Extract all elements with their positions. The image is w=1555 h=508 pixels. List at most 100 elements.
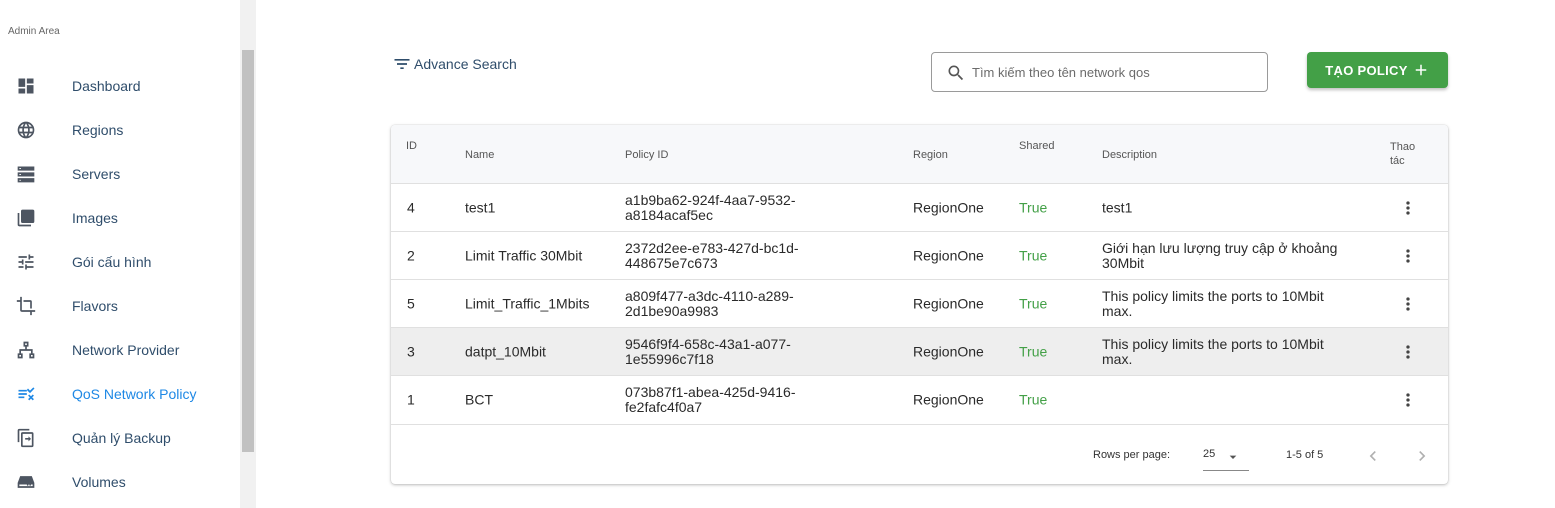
cell-policy-id-line2: fe2fafc4f0a7 — [625, 399, 703, 415]
crop-icon — [16, 296, 36, 316]
sidebar: Admin Area Dashboard Regions Servers Ima… — [0, 0, 240, 508]
cell-policy-id-line1: a1b9ba62-924f-4aa7-9532- — [625, 191, 796, 208]
header-name[interactable]: Name — [465, 149, 494, 161]
header-description[interactable]: Description — [1102, 149, 1157, 161]
sidebar-item-label: Volumes — [72, 474, 126, 490]
sidebar-item-servers[interactable]: Servers — [0, 152, 240, 196]
create-policy-button[interactable]: TẠO POLICY — [1307, 52, 1448, 88]
create-policy-label: TẠO POLICY — [1325, 62, 1408, 78]
sidebar-item-volumes[interactable]: Volumes — [0, 460, 240, 504]
cell-shared: True — [1019, 343, 1048, 359]
cell-id: 3 — [407, 343, 415, 359]
table-row[interactable]: 4 test1 a1b9ba62-924f-4aa7-9532- a8184ac… — [391, 184, 1448, 232]
cell-description-line2: max. — [1102, 350, 1133, 367]
backup-icon — [16, 428, 36, 448]
cell-region: RegionOne — [913, 343, 984, 359]
sidebar-item-label: Quản lý Backup — [72, 430, 171, 446]
cell-policy-id-line2: 1e55996c7f18 — [625, 350, 714, 367]
cell-name: BCT — [465, 391, 493, 408]
sidebar-item-label: Flavors — [72, 298, 118, 314]
plus-icon — [1415, 64, 1426, 76]
sidebar-item-qos-network-policy[interactable]: QoS Network Policy — [0, 372, 240, 416]
table-row[interactable]: 1 BCT 073b87f1-abea-425d-9416- fe2fafc4f… — [391, 376, 1448, 425]
cell-policy-id-line1: 9546f9f4-658c-43a1-a077- — [625, 335, 791, 352]
next-page-button[interactable] — [1410, 444, 1434, 468]
table-header: ID Name Policy ID Region Shared Descript… — [391, 125, 1448, 184]
row-actions-button[interactable] — [1396, 342, 1420, 362]
cell-policy-id-line2: 2d1be90a9983 — [625, 302, 719, 319]
images-icon — [16, 208, 36, 228]
cell-policy-id: 2372d2ee-e783-427d-bc1d- 448675e7c673 — [625, 240, 799, 271]
advance-search-label: Advance Search — [414, 56, 517, 72]
table-pagination: Rows per page: 25 1-5 of 5 — [391, 425, 1448, 484]
cell-description-line1: test1 — [1102, 199, 1133, 215]
cell-id: 1 — [407, 391, 415, 408]
cell-id: 5 — [407, 295, 415, 311]
cell-name: test1 — [465, 199, 496, 215]
search-field[interactable] — [931, 52, 1268, 92]
storage-icon — [16, 472, 36, 492]
sidebar-item-quan-ly-backup[interactable]: Quản lý Backup — [0, 416, 240, 460]
cell-description: test1 — [1102, 200, 1132, 215]
rows-per-page-select[interactable]: 25 — [1203, 443, 1249, 471]
more-vert-icon — [1406, 345, 1410, 359]
cell-id: 2 — [407, 247, 415, 263]
cell-region: RegionOne — [913, 295, 984, 311]
cell-shared: True — [1019, 247, 1048, 263]
policy-checklist-icon — [16, 384, 36, 404]
header-actions-line1: Thao — [1390, 141, 1416, 153]
search-icon — [948, 65, 964, 81]
sidebar-item-network-provider[interactable]: Network Provider — [0, 328, 240, 372]
header-policy-id[interactable]: Policy ID — [625, 149, 668, 161]
globe-icon — [16, 120, 36, 140]
row-actions-button[interactable] — [1396, 246, 1420, 266]
cell-description-line1: This policy limits the ports to 10Mbit — [1102, 335, 1324, 352]
table-row[interactable]: 2 Limit Traffic 30Mbit 2372d2ee-e783-427… — [391, 232, 1448, 280]
sidebar-item-goi-cau-hinh[interactable]: Gói cấu hình — [0, 240, 240, 284]
row-actions-button[interactable] — [1396, 294, 1420, 314]
cell-description: This policy limits the ports to 10Mbit m… — [1102, 335, 1324, 367]
more-vert-icon — [1406, 201, 1410, 215]
cell-policy-id-line1: 073b87f1-abea-425d-9416- — [625, 384, 796, 400]
row-actions-button[interactable] — [1396, 198, 1420, 218]
cell-name: Limit Traffic 30Mbit — [465, 247, 583, 263]
rows-per-page-value: 25 — [1203, 448, 1216, 460]
chevron-right-icon — [1419, 451, 1426, 461]
cell-policy-id: a1b9ba62-924f-4aa7-9532- a8184acaf5ec — [625, 191, 796, 223]
sidebar-item-dashboard[interactable]: Dashboard — [0, 64, 240, 108]
header-region[interactable]: Region — [913, 149, 948, 161]
cell-policy-id-line2: a8184acaf5ec — [625, 206, 713, 223]
filter-icon — [394, 59, 410, 69]
search-input[interactable] — [972, 61, 1252, 83]
sidebar-item-label: QoS Network Policy — [72, 386, 197, 402]
policy-table: ID Name Policy ID Region Shared Descript… — [391, 125, 1448, 484]
cell-id: 4 — [407, 199, 415, 215]
header-actions-line2: tác — [1390, 155, 1405, 167]
table-row[interactable]: 5 Limit_Traffic_1Mbits a809f477-a3dc-411… — [391, 280, 1448, 328]
sidebar-item-regions[interactable]: Regions — [0, 108, 240, 152]
advance-search-button[interactable]: Advance Search — [392, 54, 517, 74]
sidebar-item-label: Servers — [72, 166, 121, 182]
sidebar-item-flavors[interactable]: Flavors — [0, 284, 240, 328]
row-actions-button[interactable] — [1396, 390, 1420, 410]
cell-policy-id-line1: a809f477-a3dc-4110-a289- — [625, 287, 794, 304]
sidebar-item-images[interactable]: Images — [0, 196, 240, 240]
arrow-drop-down-icon — [1229, 455, 1237, 459]
header-shared[interactable]: Shared — [1019, 140, 1054, 152]
table-row[interactable]: 3 datpt_10Mbit 9546f9f4-658c-43a1-a077- … — [391, 328, 1448, 376]
cell-description-line2: max. — [1102, 302, 1133, 319]
cell-name: Limit_Traffic_1Mbits — [465, 295, 590, 311]
cell-description: This policy limits the ports to 10Mbit m… — [1102, 288, 1324, 319]
cell-policy-id-line2: 448675e7c673 — [625, 254, 718, 271]
pagination-range: 1-5 of 5 — [1286, 449, 1324, 461]
header-id[interactable]: ID — [406, 140, 417, 152]
rows-per-page-label: Rows per page: — [1093, 449, 1171, 461]
cell-policy-id: a809f477-a3dc-4110-a289- 2d1be90a9983 — [625, 287, 794, 319]
servers-icon — [16, 164, 36, 184]
previous-page-button[interactable] — [1361, 444, 1385, 468]
more-vert-icon — [1406, 297, 1410, 311]
sidebar-scrollbar-thumb[interactable] — [242, 50, 254, 452]
cell-policy-id: 9546f9f4-658c-43a1-a077- 1e55996c7f18 — [625, 335, 791, 367]
cell-region: RegionOne — [913, 199, 984, 215]
cell-description-line2: 30Mbit — [1102, 254, 1145, 271]
